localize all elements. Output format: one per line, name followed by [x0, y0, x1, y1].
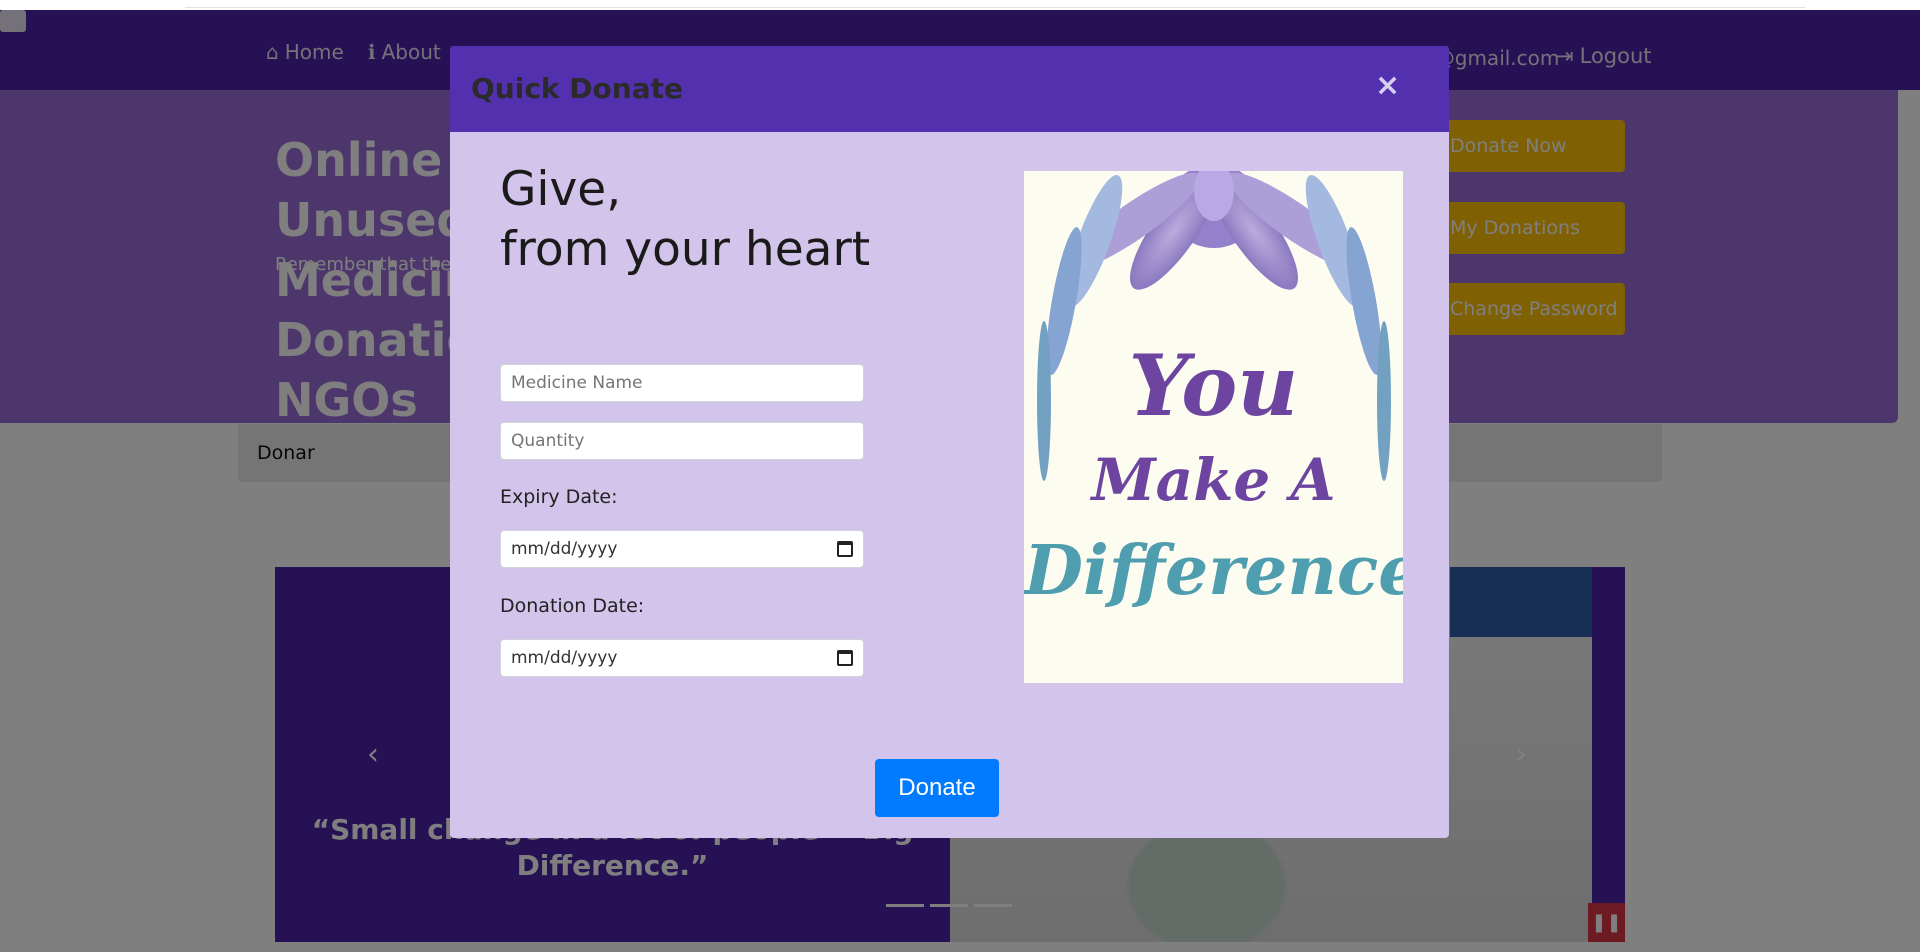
- headline-line-2: from your heart: [500, 222, 871, 277]
- poster-text-difference: Difference: [1024, 531, 1403, 611]
- donation-date-value: mm/dd/yyyy: [511, 648, 618, 668]
- headline-line-1: Give,: [500, 162, 622, 217]
- donate-button[interactable]: Donate: [875, 759, 999, 817]
- donation-date-field[interactable]: mm/dd/yyyy: [500, 639, 864, 677]
- quick-donate-modal: Quick Donate × Give, from your heart Exp…: [450, 46, 1449, 838]
- donation-date-label: Donation Date:: [500, 595, 645, 617]
- poster-text-make-a: Make A: [1091, 446, 1336, 514]
- calendar-icon[interactable]: [837, 541, 853, 557]
- modal-header: Quick Donate ×: [450, 46, 1449, 132]
- browser-strip: [0, 0, 1920, 10]
- medicine-name-input[interactable]: [500, 364, 864, 402]
- expiry-date-field[interactable]: mm/dd/yyyy: [500, 530, 864, 568]
- calendar-icon[interactable]: [837, 650, 853, 666]
- modal-title: Quick Donate: [471, 72, 683, 105]
- expiry-date-label: Expiry Date:: [500, 486, 618, 508]
- poster-text-you: You: [1128, 336, 1299, 435]
- quantity-input[interactable]: [500, 422, 864, 460]
- expiry-date-value: mm/dd/yyyy: [511, 539, 618, 559]
- close-icon[interactable]: ×: [1375, 68, 1400, 103]
- poster-image: You Make A Difference: [1024, 171, 1403, 683]
- modal-headline: Give, from your heart: [500, 160, 870, 280]
